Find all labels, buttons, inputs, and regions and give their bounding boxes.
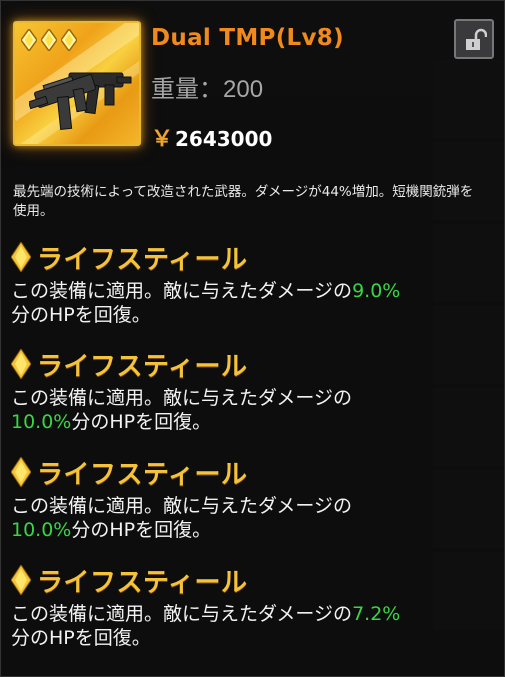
skill-name: ライフスティール [37,459,248,490]
padlock-open-icon [466,28,487,50]
item-description: 最先端の技術によって改造された武器。ダメージが44%増加。短機関銃弾を使用。 [13,184,474,219]
skill-entry: ライフスティール この装備に適用。敵に与えたダメージの7.2% 分のHPを回復。 [11,562,491,650]
item-weight: 重量：200 [151,76,264,103]
yen-symbol: ￥ [151,127,174,152]
lock-toggle-button[interactable] [454,19,494,59]
skill-description: この装備に適用。敵に与えたダメージの7.2% 分のHPを回復。 [11,603,401,649]
skill-value: 10.0% [11,411,72,433]
skill-description: この装備に適用。敵に与えたダメージの 10.0%分のHPを回復。 [11,387,353,433]
skill-diamond-icon [11,457,31,487]
stage: { "item": { "name": "Dual TMP(Lv8)", "ra… [0,0,505,677]
skill-description: この装備に適用。敵に与えたダメージの 10.0%分のHPを回復。 [11,495,353,541]
skill-entry: ライフスティール この装備に適用。敵に与えたダメージの 10.0%分のHPを回復。 [11,454,491,542]
skill-name: ライフスティール [37,351,248,382]
skill-value: 10.0% [11,519,72,541]
skill-name: ライフスティール [37,567,248,598]
skill-name: ライフスティール [37,244,248,275]
rarity-star-icon [61,29,77,51]
item-title: Dual TMP(Lv8) [151,25,344,51]
skill-entry: ライフスティール この装備に適用。敵に与えたダメージの 10.0%分のHPを回復。 [11,346,491,434]
skill-diamond-icon [11,565,31,595]
item-detail-panel: Dual TMP(Lv8) 重量：200 ￥ 2643000 最先端の技術によって… [0,0,505,677]
smg-weapon-icon [29,72,132,130]
skill-value: 7.2% [352,603,401,625]
price-value: 2643000 [175,127,273,151]
skill-diamond-icon [11,242,31,272]
rarity-star-icon [21,29,37,51]
skill-value: 9.0% [352,280,401,302]
rarity-stars [21,29,77,51]
rarity-star-icon [41,29,57,51]
skill-description: この装備に適用。敵に与えたダメージの9.0% 分のHPを回復。 [11,280,401,326]
item-price: ￥ 2643000 [151,121,272,153]
skill-entry: ライフスティール この装備に適用。敵に与えたダメージの9.0% 分のHPを回復。 [11,239,491,327]
skill-diamond-icon [11,349,31,379]
item-icon-frame[interactable] [13,21,141,146]
